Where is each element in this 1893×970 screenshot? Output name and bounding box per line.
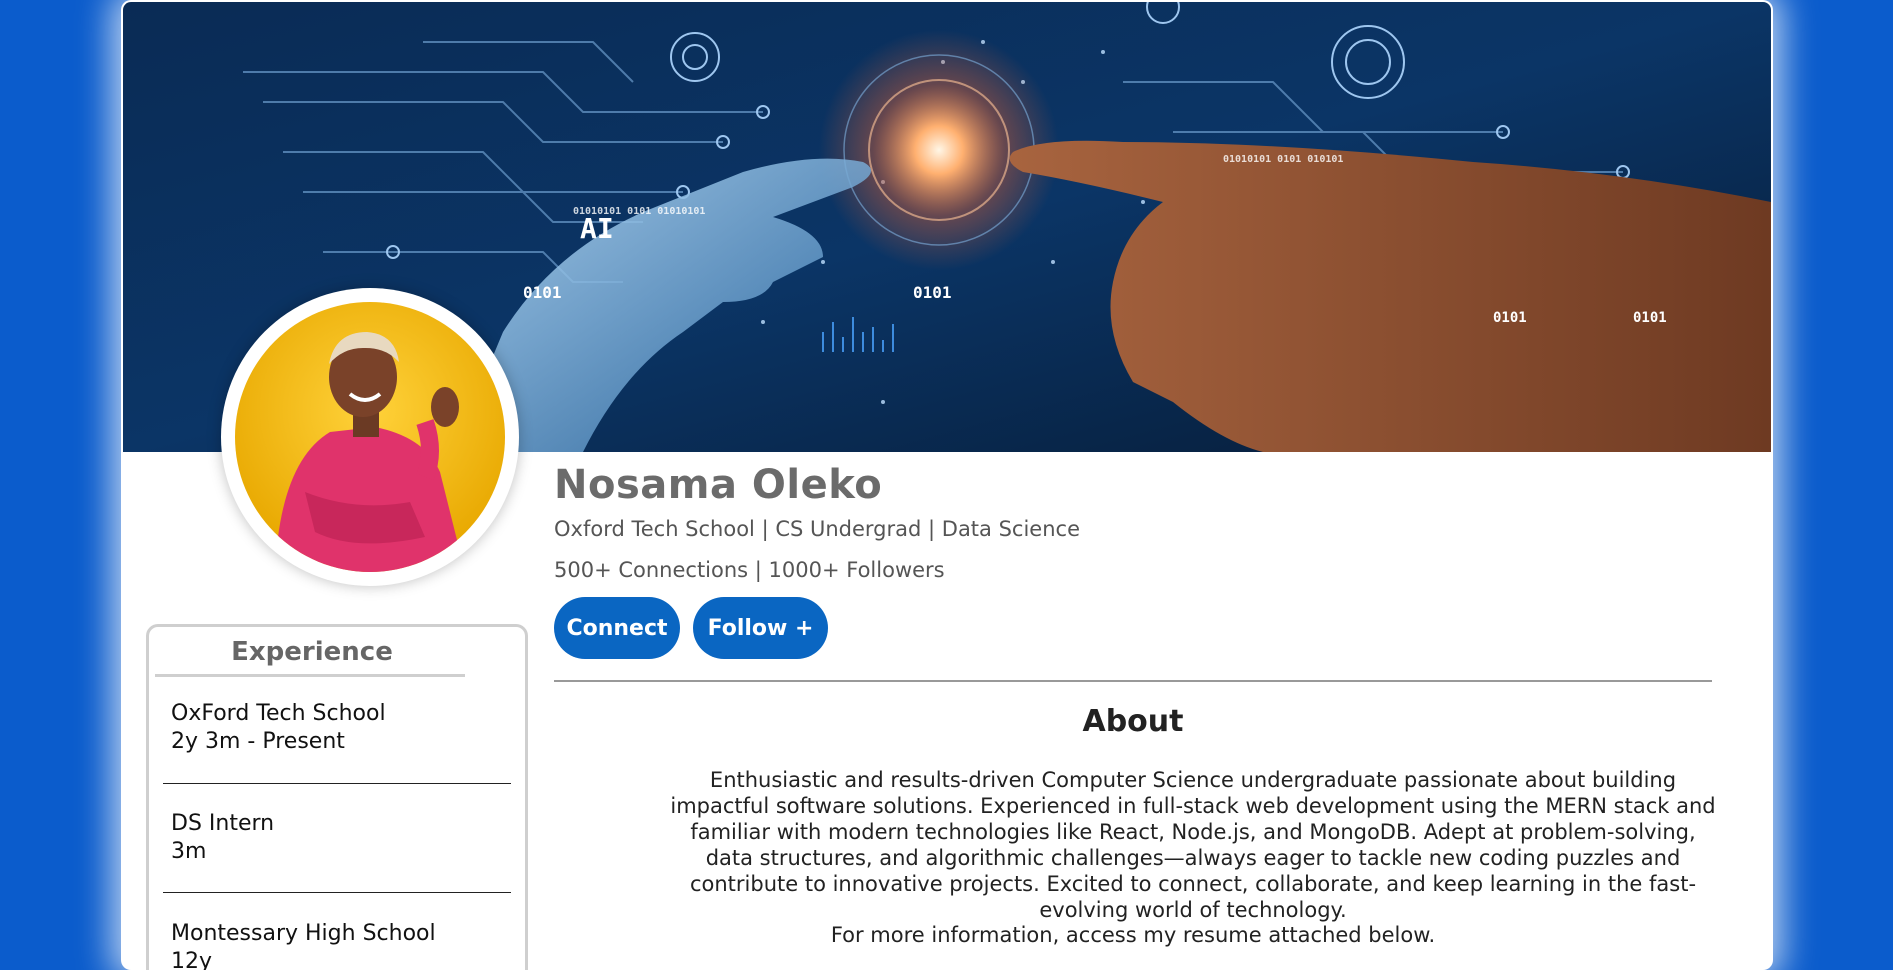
experience-item: OxFord Tech School 2y 3m - Present [171, 700, 386, 756]
svg-text:0101: 0101 [913, 283, 952, 302]
profile-avatar[interactable] [221, 288, 519, 586]
experience-duration: 12y [171, 949, 213, 970]
experience-duration: 3m [171, 839, 207, 864]
experience-org: OxFord Tech School [171, 701, 386, 726]
profile-name: Nosama Oleko [554, 462, 883, 508]
experience-org: DS Intern [171, 811, 275, 836]
profile-headline: Oxford Tech School | CS Undergrad | Data… [554, 517, 1080, 541]
experience-item: Montessary High School 12y [171, 920, 436, 970]
about-title: About [1082, 704, 1184, 739]
experience-title-underline [155, 674, 465, 677]
about-resume-note: For more information, access my resume a… [830, 923, 1436, 947]
connect-button[interactable]: Connect [554, 597, 680, 659]
experience-divider [163, 783, 511, 784]
svg-text:01010101 0101 010101: 01010101 0101 010101 [1223, 154, 1343, 165]
about-body: Enthusiastic and results-driven Computer… [670, 768, 1716, 922]
svg-text:0101: 0101 [1493, 310, 1527, 326]
experience-title: Experience [231, 637, 393, 667]
svg-text:01010101 0101 01010101: 01010101 0101 01010101 [573, 206, 705, 217]
experience-panel: Experience OxFord Tech School 2y 3m - Pr… [146, 624, 528, 970]
svg-text:0101: 0101 [1633, 310, 1667, 326]
experience-org: Montessary High School [171, 921, 436, 946]
svg-text:0101: 0101 [523, 283, 562, 302]
experience-divider [163, 892, 511, 893]
profile-stats: 500+ Connections | 1000+ Followers [554, 558, 945, 582]
experience-item: DS Intern 3m [171, 810, 274, 866]
profile-card: AI 0101 01010101 0101 01010101 0101 0101… [121, 0, 1773, 970]
avatar-image [235, 302, 505, 572]
follow-button[interactable]: Follow + [693, 597, 828, 659]
section-divider [554, 680, 1712, 682]
experience-duration: 2y 3m - Present [171, 729, 345, 754]
